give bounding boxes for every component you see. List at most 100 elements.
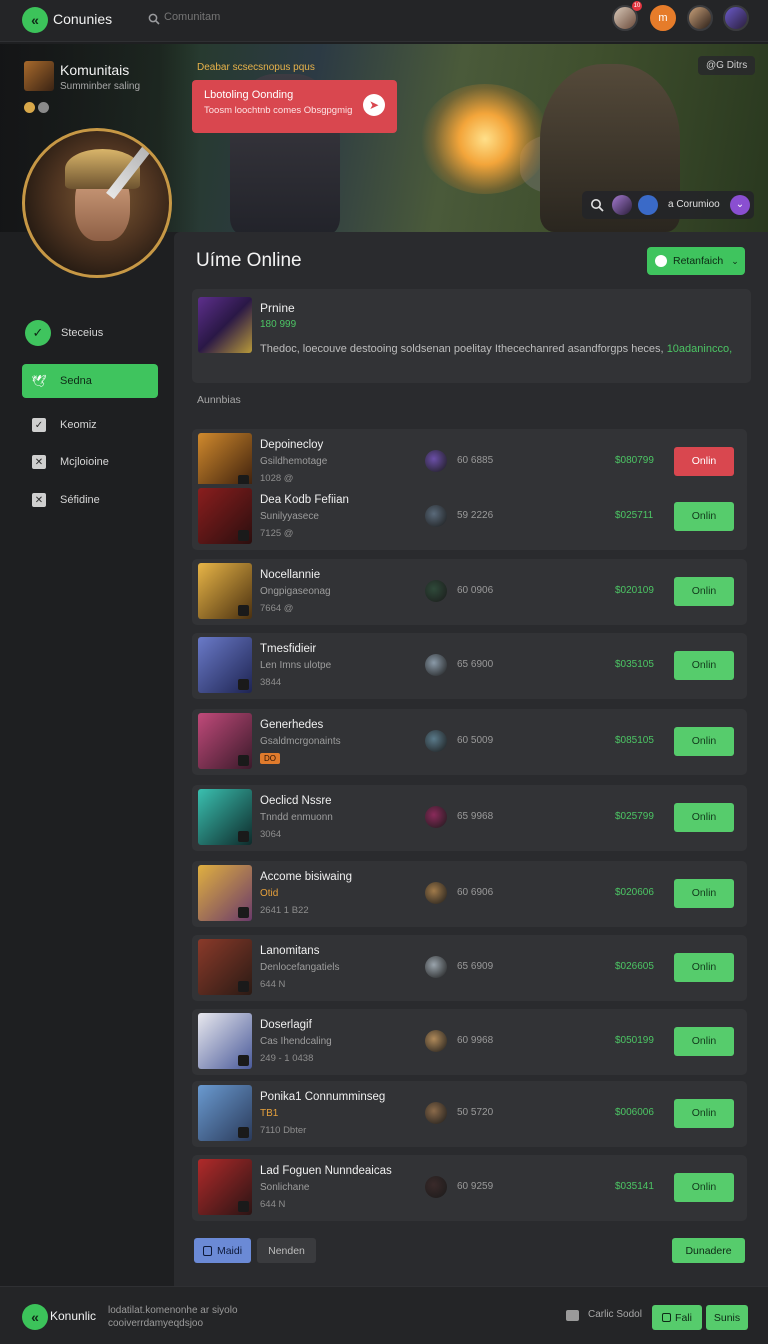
badge-icon bbox=[38, 102, 49, 113]
game-thumbnail[interactable] bbox=[198, 433, 252, 489]
section-label: Aunnbias bbox=[197, 394, 241, 406]
hero-community-pill[interactable]: a Corumioo ⌄ bbox=[582, 191, 754, 219]
search-icon[interactable] bbox=[590, 198, 604, 212]
row-title[interactable]: Accome bisiwaing bbox=[260, 871, 352, 883]
avatar[interactable] bbox=[687, 5, 713, 31]
avatar[interactable] bbox=[425, 730, 447, 752]
avatar[interactable] bbox=[723, 5, 749, 31]
online-button[interactable]: Onlin bbox=[674, 1027, 734, 1056]
row-title[interactable]: Nocellannie bbox=[260, 569, 320, 581]
send-icon[interactable]: ➤ bbox=[363, 94, 385, 116]
game-thumbnail[interactable] bbox=[198, 865, 252, 921]
hero-tag[interactable]: @G Ditrs bbox=[698, 56, 756, 75]
featured-card[interactable]: Prnine 180 999 Thedoc, loecouve destooin… bbox=[192, 289, 751, 383]
sidebar-item-keomiz[interactable]: ✓ Keomiz bbox=[22, 408, 158, 442]
avatar[interactable] bbox=[425, 1102, 447, 1124]
row-subtitle: Sunilyyasece bbox=[260, 511, 319, 522]
prev-page-button[interactable]: Maidi bbox=[194, 1238, 251, 1263]
online-button[interactable]: Onlin bbox=[674, 953, 734, 982]
row-meta: 2641 1 B22 bbox=[260, 905, 309, 916]
sidebar-item-steceius[interactable]: ✓ Steceius bbox=[22, 316, 158, 350]
app-brand[interactable]: Conunies bbox=[53, 11, 112, 27]
row-title[interactable]: Lad Foguen Nunndeaicas bbox=[260, 1165, 392, 1177]
list-item[interactable]: Oeclicd Nssre Tnndd enmuonn 3064 65 9968 $02… bbox=[192, 785, 747, 851]
row-subtitle: Gsildhemotage bbox=[260, 456, 328, 467]
game-thumbnail[interactable] bbox=[198, 563, 252, 619]
chevron-down-icon[interactable]: ⌄ bbox=[730, 195, 750, 215]
row-title[interactable]: Dea Kodb Fefiian bbox=[260, 494, 349, 506]
search-icon[interactable] bbox=[148, 13, 160, 25]
list-item[interactable]: Generhedes Gsaldmcrgonaints DO 60 5009 $0851… bbox=[192, 709, 747, 775]
list-item[interactable]: Dea Kodb Fefiian Sunilyyasece 7125 @ 59 222… bbox=[192, 484, 747, 550]
avatar[interactable] bbox=[425, 806, 447, 828]
online-button[interactable]: Onlin bbox=[674, 1099, 734, 1128]
avatar[interactable] bbox=[425, 450, 447, 472]
avatar[interactable] bbox=[425, 1176, 447, 1198]
confirm-button[interactable]: Dunadere bbox=[672, 1238, 745, 1263]
list-item[interactable]: Lanomitans Denlocefangatiels 644 N 65 6909 $… bbox=[192, 935, 747, 1001]
avatar[interactable] bbox=[425, 654, 447, 676]
filter-dropdown-button[interactable]: Retanfaich ⌄ bbox=[647, 247, 745, 275]
chat-icon[interactable] bbox=[566, 1310, 579, 1321]
featured-thumbnail[interactable] bbox=[198, 297, 252, 353]
avatar[interactable] bbox=[425, 505, 447, 527]
game-thumbnail[interactable] bbox=[198, 1013, 252, 1069]
search-input[interactable] bbox=[164, 11, 284, 23]
logo-icon[interactable]: « bbox=[22, 7, 48, 33]
profile-avatar[interactable] bbox=[24, 61, 54, 91]
online-button[interactable]: Onlin bbox=[674, 879, 734, 908]
game-thumbnail[interactable] bbox=[198, 488, 252, 544]
online-button[interactable]: Onlin bbox=[674, 727, 734, 756]
row-title[interactable]: Depoinecloy bbox=[260, 439, 323, 451]
game-thumbnail[interactable] bbox=[198, 637, 252, 693]
avatar[interactable] bbox=[612, 195, 632, 215]
online-button[interactable]: Onlin bbox=[674, 1173, 734, 1202]
online-button[interactable]: Onlin bbox=[674, 447, 734, 476]
avatar[interactable] bbox=[425, 882, 447, 904]
logo-icon[interactable]: « bbox=[22, 1304, 48, 1330]
online-button[interactable]: Onlin bbox=[674, 502, 734, 531]
game-thumbnail[interactable] bbox=[198, 1085, 252, 1141]
row-title[interactable]: Generhedes bbox=[260, 719, 323, 731]
row-title[interactable]: Ponika1 Connumminseg bbox=[260, 1091, 385, 1103]
avatar[interactable] bbox=[425, 1030, 447, 1052]
shield-icon[interactable] bbox=[638, 195, 658, 215]
featured-number: 180 999 bbox=[260, 319, 297, 330]
footer-chat-label[interactable]: Carlic Sodol bbox=[588, 1309, 642, 1320]
footer-brand[interactable]: Konunlic bbox=[50, 1309, 96, 1323]
avatar[interactable]: m bbox=[650, 5, 676, 31]
list-item[interactable]: Nocellannie Ongpigaseonag 7664 @ 60 0906 $02… bbox=[192, 559, 747, 625]
sidebar-item-label: Séfidine bbox=[60, 494, 100, 506]
online-button[interactable]: Onlin bbox=[674, 803, 734, 832]
game-thumbnail[interactable] bbox=[198, 789, 252, 845]
game-thumbnail[interactable] bbox=[198, 1159, 252, 1215]
list-item[interactable]: Doserlagif Cas Ihendcaling 249 - 1 0438 60 … bbox=[192, 1009, 747, 1075]
sidebar-item-sefidine[interactable]: ✕ Séfidine bbox=[22, 483, 158, 517]
featured-name: Prnine bbox=[260, 301, 295, 315]
featured-highlight[interactable]: 10adanincco, bbox=[667, 343, 732, 355]
footer-button-primary[interactable]: Fali bbox=[652, 1305, 702, 1330]
list-item[interactable]: Ponika1 Connumminseg TB1 7110 Dbter 50 5720… bbox=[192, 1081, 747, 1147]
x-box-icon: ✕ bbox=[32, 493, 46, 507]
game-thumbnail[interactable] bbox=[198, 939, 252, 995]
row-title[interactable]: Lanomitans bbox=[260, 945, 319, 957]
list-item[interactable]: Lad Foguen Nunndeaicas Sonlichane 644 N 60 … bbox=[192, 1155, 747, 1221]
avatar[interactable] bbox=[425, 956, 447, 978]
sidebar-item-mcjloioine[interactable]: ✕ Mcjloioine bbox=[22, 445, 158, 479]
row-title[interactable]: Tmesfidieir bbox=[260, 643, 316, 655]
list-item[interactable]: Tmesfidieir Len Imns ulotpe 3844 65 6900 $03… bbox=[192, 633, 747, 699]
footer-button-secondary[interactable]: Sunis bbox=[706, 1305, 748, 1330]
online-button[interactable]: Onlin bbox=[674, 651, 734, 680]
next-page-button[interactable]: Nenden bbox=[257, 1238, 316, 1263]
avatar[interactable] bbox=[425, 580, 447, 602]
online-button[interactable]: Onlin bbox=[674, 577, 734, 606]
main-panel: Uíme Online Retanfaich ⌄ Prnine 180 999 … bbox=[174, 232, 768, 1286]
promo-card[interactable]: Lbotoling Oonding Toosm loochtnb comes O… bbox=[192, 80, 397, 133]
list-item[interactable]: Accome bisiwaing Otid 2641 1 B22 60 6906 $02… bbox=[192, 861, 747, 927]
sidebar-item-sedna[interactable]: 🕊 Sedna bbox=[22, 364, 158, 398]
row-subtitle: TB1 bbox=[260, 1108, 279, 1119]
game-thumbnail[interactable] bbox=[198, 713, 252, 769]
row-title[interactable]: Doserlagif bbox=[260, 1019, 312, 1031]
filter-button-label: Retanfaich bbox=[673, 255, 724, 267]
row-title[interactable]: Oeclicd Nssre bbox=[260, 795, 332, 807]
